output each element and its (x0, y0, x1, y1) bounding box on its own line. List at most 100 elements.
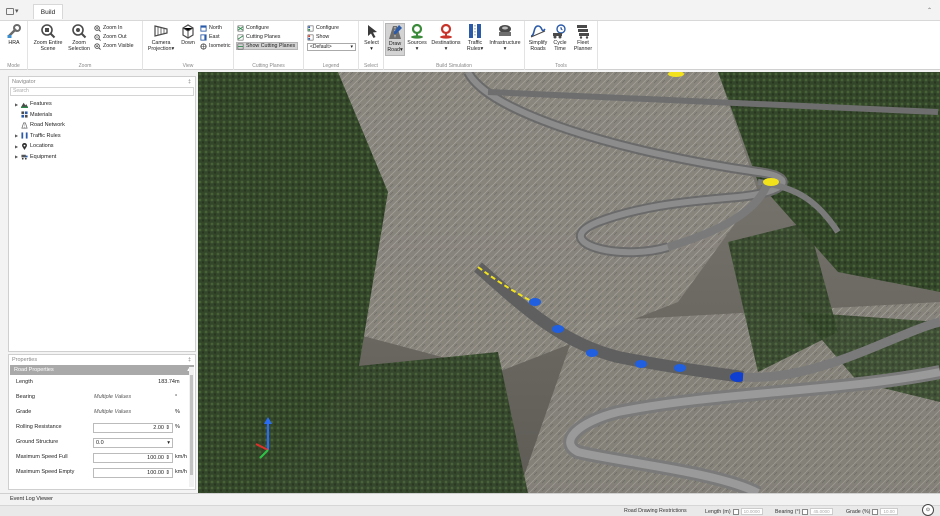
show-cutting-planes-icon (237, 43, 244, 49)
scrollbar-thumb[interactable] (190, 375, 193, 475)
cycle-time-button[interactable]: Cycle Time (550, 23, 570, 52)
event-log-viewer-bar[interactable]: Event Log Viewer (0, 493, 940, 505)
cycle-time-icon (551, 23, 569, 39)
select-value: 0.0 (96, 440, 104, 446)
zoom-in-label: Zoom In (103, 24, 123, 31)
destinations-button[interactable]: Destinations ▾ (429, 23, 463, 52)
select-button[interactable]: Select ▾ (361, 23, 382, 52)
group-view: Camera Projection▾ Down North East Isome… (143, 21, 234, 70)
cutting-planes-button[interactable]: Cutting Planes (237, 33, 280, 41)
view-east-button[interactable]: East (200, 33, 220, 41)
ground-structure-select[interactable]: 0.0 ▾ (93, 438, 173, 448)
zoom-selection-button[interactable]: Zoom Selection (66, 23, 92, 52)
show-cutting-planes-toggle[interactable]: Show Cutting Planes (236, 42, 299, 50)
grade-restriction-checkbox[interactable] (872, 508, 879, 515)
max-speed-full-input[interactable]: 100.00 ⇕ (93, 453, 173, 463)
camera-projection-button[interactable]: Camera Projection▾ (145, 23, 177, 52)
view-north-button[interactable]: North (200, 24, 222, 32)
draw-road-button[interactable]: Draw Road▾ (385, 23, 405, 56)
legend-show-button[interactable]: Show (307, 33, 329, 41)
road-drawing-restrictions: Road Drawing Restrictions (624, 508, 687, 514)
sources-button[interactable]: Sources ▾ (406, 23, 428, 52)
chevron-down-icon: ▾ (415, 46, 419, 52)
view-isometric-button[interactable]: Isometric (200, 42, 231, 50)
expand-arrow-icon[interactable]: ▶ (15, 154, 19, 159)
legend-select[interactable]: <Default> ▾ (307, 43, 356, 51)
cube-east-icon (200, 33, 207, 41)
camera-projection-label-2: Projection▾ (147, 46, 175, 52)
tree-item-equipment[interactable]: ▶ Equipment (9, 152, 195, 163)
tree-item-materials[interactable]: Materials (9, 110, 195, 121)
traffic-rules-icon (466, 23, 484, 39)
fleet-planner-button[interactable]: Fleet Planner (571, 23, 595, 52)
property-label: Length (16, 379, 33, 385)
spinner-icon[interactable]: ⇕ (165, 424, 170, 432)
simplify-roads-button[interactable]: Simplify Roads (527, 23, 549, 52)
expand-arrow-icon[interactable]: ▶ (15, 102, 19, 107)
tree-item-traffic-rules[interactable]: ▶ Traffic Rules (9, 131, 195, 142)
length-restriction-input[interactable]: 10.0000 (740, 508, 763, 515)
draw-road-icon (386, 24, 404, 40)
chevron-down-icon: ▾ (15, 8, 19, 15)
hra-label: HRA (8, 40, 20, 46)
hra-button[interactable]: HRA (4, 23, 24, 46)
bearing-restriction-checkbox[interactable] (802, 508, 809, 515)
collapse-ribbon-icon[interactable]: ⌃ (927, 7, 932, 14)
cycle-time-label-2: Time (554, 46, 566, 52)
zoom-in-button[interactable]: Zoom In (94, 24, 122, 32)
zoom-visible-button[interactable]: Zoom Visible (94, 42, 134, 50)
zoom-out-button[interactable]: Zoom Out (94, 33, 127, 41)
property-label: Bearing (16, 394, 35, 400)
application-menu-button[interactable]: ▾ (6, 6, 24, 16)
tree-item-road-network[interactable]: Road Network (9, 120, 195, 131)
zoom-entire-scene-button[interactable]: Zoom Entire Scene (31, 23, 65, 52)
pin-icon[interactable]: ‡ (188, 357, 191, 363)
rolling-resistance-input[interactable]: 2.00 ⇕ (93, 423, 173, 433)
property-grade: Grade Multiple Values % (9, 405, 195, 420)
group-zoom: Zoom Entire Scene Zoom Selection Zoom In… (28, 21, 143, 70)
navigator-search-input[interactable]: Search (10, 87, 194, 96)
property-unit: % (175, 409, 180, 415)
property-value: 183.74 (158, 379, 175, 385)
wrench-icon (5, 23, 23, 39)
simplify-roads-label-2: Roads (530, 46, 546, 52)
traffic-rules-label-2: Rules▾ (466, 46, 484, 52)
cutting-configure-label: Configure (246, 24, 269, 31)
cutting-planes-configure-button[interactable]: Configure (237, 24, 269, 32)
infrastructure-button[interactable]: Infrastructure ▾ (487, 23, 523, 52)
road-marker-blue (529, 298, 541, 306)
properties-scrollbar[interactable] (189, 367, 194, 487)
max-speed-empty-input[interactable]: 100.00 ⇕ (93, 468, 173, 478)
tree-item-locations[interactable]: ▶ Locations (9, 141, 195, 152)
property-value: Multiple Values (94, 409, 132, 415)
group-label-tools: Tools (555, 63, 567, 69)
bearing-restriction-input[interactable]: 45.0000 (810, 508, 833, 515)
length-restriction-checkbox[interactable] (732, 508, 739, 515)
restrictions-label: Road Drawing Restrictions (624, 508, 687, 514)
zoom-entire-scene-icon (39, 23, 57, 39)
grade-restriction-input[interactable]: 10.00 (880, 508, 898, 515)
pin-icon[interactable]: ‡ (188, 79, 191, 85)
zoom-entire-label-2: Scene (40, 46, 56, 52)
view-down-button[interactable]: Down (178, 23, 198, 46)
property-value: Multiple Values (94, 394, 132, 400)
expand-arrow-icon[interactable]: ▶ (15, 133, 19, 138)
3d-viewport[interactable] (198, 72, 940, 493)
terrain-scene[interactable] (198, 72, 940, 493)
road-properties-section[interactable]: Road Properties ▴ (10, 365, 194, 375)
traffic-rules-button[interactable]: Traffic Rules▾ (464, 23, 486, 52)
properties-title: Properties (12, 357, 38, 363)
group-legend: Configure Show <Default> ▾ Legend (304, 21, 359, 70)
property-label: Maximum Speed Empty (16, 469, 75, 475)
compass-icon[interactable]: ⊙ (922, 504, 934, 516)
tab-build[interactable]: Build (33, 4, 63, 19)
legend-configure-button[interactable]: Configure (307, 24, 339, 32)
chevron-down-icon: ▾ (370, 46, 373, 52)
expand-arrow-icon[interactable]: ▶ (15, 144, 19, 149)
property-rolling-resistance: Rolling Resistance 2.00 ⇕ % (9, 420, 195, 435)
spinner-icon[interactable]: ⇕ (165, 469, 170, 477)
show-cutting-planes-label: Show Cutting Planes (246, 42, 296, 49)
tree-item-features[interactable]: ▶ Features (9, 99, 195, 110)
spinner-icon[interactable]: ⇕ (165, 454, 170, 462)
road-marker-yellow (763, 178, 779, 186)
